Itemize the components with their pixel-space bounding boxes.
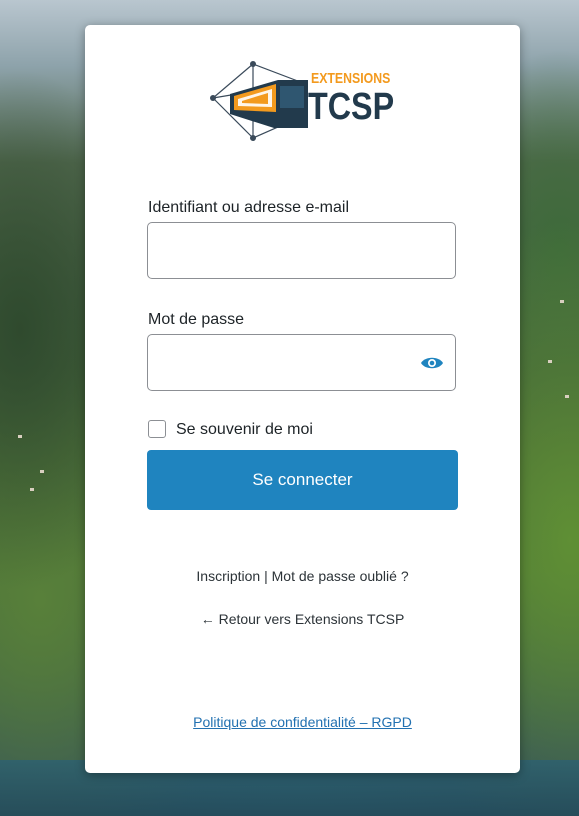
login-submit-button[interactable]: Se connecter <box>147 450 458 510</box>
privacy-policy-link[interactable]: Politique de confidentialité – RGPD <box>193 714 412 730</box>
village-house <box>548 360 552 363</box>
username-input[interactable] <box>148 223 455 278</box>
register-link[interactable]: Inscription <box>196 568 260 584</box>
village-house <box>30 488 34 491</box>
username-field-box <box>147 222 456 279</box>
site-logo[interactable]: EXTENSIONS TCSP <box>208 58 398 148</box>
village-house <box>18 435 22 438</box>
logo-line2: TCSP <box>308 86 395 128</box>
remember-me-label[interactable]: Se souvenir de moi <box>176 421 313 439</box>
back-to-site-link[interactable]: ← Retour vers Extensions TCSP <box>201 611 405 627</box>
link-separator: | <box>264 568 268 584</box>
village-house <box>560 300 564 303</box>
password-field-box <box>147 334 456 391</box>
lost-password-link[interactable]: Mot de passe oublié ? <box>272 568 409 584</box>
account-links: Inscription | Mot de passe oublié ? <box>85 568 520 584</box>
village-house <box>40 470 44 473</box>
privacy-policy: Politique de confidentialité – RGPD <box>85 714 520 730</box>
eye-icon[interactable] <box>420 353 444 373</box>
logo-line1: EXTENSIONS <box>311 70 391 87</box>
username-label: Identifiant ou adresse e-mail <box>148 199 349 216</box>
password-label: Mot de passe <box>148 311 245 328</box>
remember-me-checkbox[interactable] <box>148 420 166 438</box>
back-to-site: ← Retour vers Extensions TCSP <box>85 611 520 627</box>
village-house <box>565 395 569 398</box>
password-input[interactable] <box>148 335 455 390</box>
